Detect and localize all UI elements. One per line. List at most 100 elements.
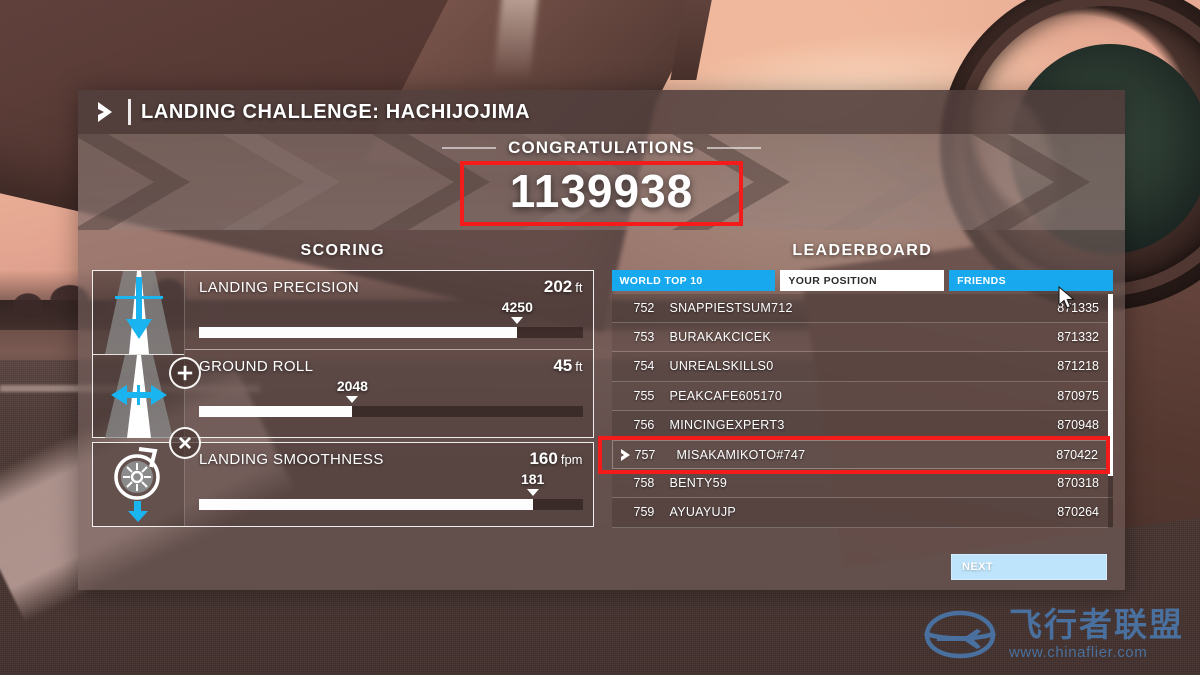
row-rank: 754	[633, 359, 655, 374]
results-panel: LANDING CHALLENGE: HACHIJOJIMA CONGRATUL…	[78, 90, 1125, 590]
metric-unit: ft	[575, 280, 583, 295]
metric-points-label: 2048	[336, 378, 368, 394]
final-score: 1139938	[509, 165, 694, 218]
metric-label: GROUND ROLL	[199, 358, 314, 375]
row-score: 870422	[1056, 447, 1098, 462]
leaderboard-rows: 752 SNAPPIESTSUM712 871335 753 BURAKAKCI…	[611, 294, 1113, 528]
scoring-title: SCORING	[300, 242, 385, 259]
table-row[interactable]: 752 SNAPPIESTSUM712 871335	[611, 294, 1113, 324]
row-score: 870318	[1057, 476, 1099, 491]
chevron-right-icon	[620, 448, 630, 461]
table-row[interactable]: 754 UNREALSKILLS0 871218	[611, 352, 1113, 382]
row-score: 871218	[1057, 359, 1099, 374]
scoring-metric-column: LANDING PRECISION 202 ft 4250 GROUND ROL…	[185, 271, 593, 437]
metric-unit: fpm	[560, 452, 583, 467]
watermark: 飞行者联盟 www.chinaflier.com	[921, 607, 1184, 661]
congrats-rule-left	[442, 147, 497, 150]
operator-times-badge	[169, 427, 201, 459]
row-rank: 753	[633, 330, 655, 345]
watermark-url: www.chinaflier.com	[1009, 643, 1148, 661]
row-name: SNAPPIESTSUM712	[669, 301, 793, 316]
panel-columns: SCORING LANDING PRECISION 202 ft 4250 GR…	[78, 230, 1125, 590]
row-score: 870264	[1057, 505, 1099, 520]
leaderboard-body: 752 SNAPPIESTSUM712 871335 753 BURAKAKCI…	[611, 294, 1113, 528]
page-title: LANDING CHALLENGE: HACHIJOJIMA	[141, 100, 531, 123]
congratulations-band: CONGRATULATIONS 1139938	[78, 134, 1125, 230]
row-name: PEAKCAFE605170	[669, 388, 783, 403]
scoring-group-smoothness: LANDING SMOOTHNESS 160 fpm 181	[92, 427, 594, 527]
watermark-brand: 飞行者联盟	[1009, 604, 1184, 644]
row-rank: 758	[633, 476, 655, 491]
row-rank: 752	[633, 301, 655, 316]
metric-bar-fill	[199, 406, 353, 417]
row-name: AYUAYUJP	[669, 505, 737, 520]
metric-landing-precision: LANDING PRECISION 202 ft 4250	[185, 271, 593, 349]
table-row[interactable]: 756 MINCINGEXPERT3 870948	[611, 410, 1113, 440]
metric-bar-track	[199, 406, 583, 417]
operator-plus-badge	[169, 357, 201, 389]
runway-vertical-arrow-icon	[105, 271, 173, 354]
congrats-rule-right	[706, 147, 761, 150]
metric-label: LANDING SMOOTHNESS	[199, 451, 384, 468]
metric-points-label: 181	[520, 471, 545, 487]
leaderboard-title: LEADERBOARD	[792, 242, 933, 259]
watermark-text: 飞行者联盟 www.chinaflier.com	[1009, 608, 1184, 661]
landing-smoothness-icon-cell	[93, 443, 184, 526]
scoring-metric-column: LANDING SMOOTHNESS 160 fpm 181	[185, 443, 593, 526]
scoring-column: SCORING LANDING PRECISION 202 ft 4250 GR…	[78, 230, 604, 590]
table-row-player[interactable]: 757 MISAKAMIKOTO#747 870422	[611, 439, 1113, 470]
tab-world-top-10[interactable]: WORLD TOP 10	[611, 270, 776, 291]
metric-bar-fill	[199, 499, 533, 510]
row-name: BURAKAKCICEK	[669, 330, 772, 345]
row-name: UNREALSKILLS0	[669, 359, 774, 374]
panel-header: LANDING CHALLENGE: HACHIJOJIMA	[78, 90, 1125, 134]
table-row[interactable]: 759 AYUAYUJP 870264	[611, 498, 1113, 528]
row-rank: 759	[633, 505, 655, 520]
next-button[interactable]: NEXT	[951, 554, 1107, 580]
tab-your-position[interactable]: YOUR POSITION	[780, 270, 945, 291]
metric-bar-fill	[199, 327, 518, 338]
row-rank: 755	[633, 388, 655, 403]
metric-number: 202	[543, 277, 573, 296]
scoring-icon-column	[93, 271, 201, 438]
mouse-pointer-icon	[1058, 286, 1075, 309]
table-row[interactable]: 753 BURAKAKCICEK 871332	[611, 323, 1113, 353]
metric-number: 45	[553, 356, 573, 375]
table-row[interactable]: 755 PEAKCAFE605170 870975	[611, 381, 1113, 411]
scoring-group-distance: LANDING PRECISION 202 ft 4250 GROUND ROL…	[92, 270, 594, 438]
metric-bar: 2048	[199, 378, 583, 420]
metric-unit: ft	[575, 359, 583, 374]
metric-points-caret	[526, 489, 539, 496]
table-row[interactable]: 758 BENTY59 870318	[611, 469, 1113, 499]
row-score: 871332	[1057, 330, 1099, 345]
header-divider	[128, 99, 131, 125]
leaderboard-scrollbar[interactable]	[1108, 294, 1113, 528]
metric-value: 160 fpm	[529, 449, 582, 469]
row-name: MINCINGEXPERT3	[669, 417, 785, 432]
tab-friends[interactable]: FRIENDS	[949, 270, 1113, 291]
metric-ground-roll: GROUND ROLL 45 ft 2048	[185, 349, 593, 428]
metric-label: LANDING PRECISION	[199, 279, 360, 296]
row-name: BENTY59	[669, 476, 728, 491]
landing-gear-wheel-icon	[114, 447, 160, 522]
metric-points-caret	[511, 317, 524, 324]
metric-bar: 4250	[199, 299, 583, 341]
chevron-right-icon	[98, 102, 112, 122]
times-icon	[178, 436, 192, 450]
row-name: MISAKAMIKOTO#747	[676, 447, 806, 462]
metric-points-label: 4250	[501, 299, 533, 315]
scrollbar-thumb[interactable]	[1108, 294, 1113, 477]
scoring-icon-column	[93, 427, 201, 526]
congratulations-label: CONGRATULATIONS	[508, 138, 695, 158]
landing-precision-icon-cell	[93, 271, 184, 354]
panel-footer: NEXT	[78, 540, 1125, 580]
metric-number: 160	[529, 449, 558, 468]
row-rank: 756	[633, 417, 655, 432]
metric-landing-smoothness: LANDING SMOOTHNESS 160 fpm 181	[185, 443, 593, 521]
metric-points-caret	[346, 396, 359, 403]
metric-value: 45 ft	[553, 356, 582, 376]
row-score: 870975	[1057, 388, 1099, 403]
metric-bar: 181	[199, 471, 583, 513]
metric-bar-track	[199, 499, 583, 510]
leaderboard-tabs: WORLD TOP 10 YOUR POSITION FRIENDS	[611, 270, 1114, 291]
